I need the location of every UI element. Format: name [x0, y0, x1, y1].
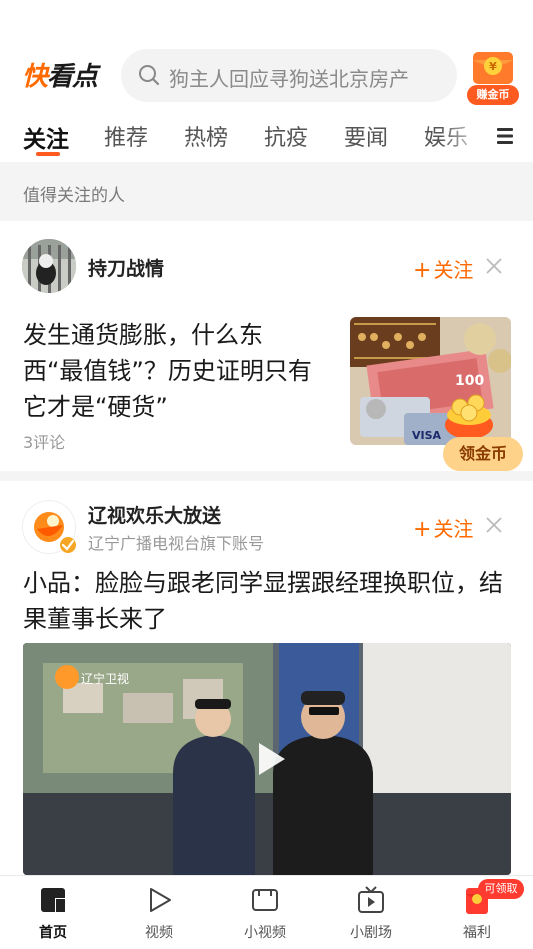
- author-name[interactable]: 持刀战情: [88, 254, 164, 281]
- nav-video[interactable]: 视频: [106, 876, 212, 949]
- section-header: 值得关注的人: [0, 162, 533, 221]
- verified-badge-icon: [58, 535, 78, 555]
- close-icon[interactable]: [486, 517, 502, 533]
- tab-following[interactable]: 关注: [23, 120, 69, 154]
- follow-button[interactable]: + 关注: [413, 254, 473, 283]
- close-icon[interactable]: [486, 258, 502, 274]
- article-headline[interactable]: 发生通货膨胀，什么东西“最值钱”？历史证明只有它才是“硬货”: [23, 317, 323, 425]
- video-card[interactable]: 辽视欢乐大放送 辽宁广播电视台旗下账号 + 关注 小品：脸脸与跟老同学显摆跟经理换…: [0, 481, 533, 875]
- nav-label-short-video: 小视频: [244, 925, 286, 941]
- nav-label-theater: 小剧场: [350, 925, 392, 941]
- theater-icon: [358, 886, 384, 913]
- svg-text:辽宁卫视: 辽宁卫视: [81, 671, 129, 686]
- bottom-navigation: 首页 视频 小视频 小剧场 福利 可领取: [0, 875, 533, 949]
- video-play-icon: [150, 888, 171, 912]
- svg-text:VISA: VISA: [412, 429, 442, 442]
- earn-coins-button[interactable]: ¥ 赚金币: [463, 48, 523, 106]
- play-icon[interactable]: [245, 735, 293, 783]
- tab-anti-epidemic[interactable]: 抗疫: [264, 120, 308, 152]
- nav-label-home: 首页: [39, 925, 67, 941]
- divider: [0, 471, 533, 481]
- app-logo[interactable]: 快看点: [22, 56, 98, 93]
- follow-button[interactable]: + 关注: [413, 513, 473, 542]
- claim-coins-button[interactable]: 领金币: [443, 437, 523, 471]
- search-bar[interactable]: 狗主人回应寻狗送北京房产: [121, 49, 457, 102]
- nav-label-rewards: 福利: [463, 925, 491, 941]
- video-player[interactable]: 辽宁卫视: [23, 643, 511, 875]
- reward-available-badge: 可领取: [478, 879, 524, 899]
- comment-count: 3评论: [23, 433, 66, 452]
- nav-home[interactable]: 首页: [0, 876, 106, 949]
- avatar[interactable]: [22, 239, 76, 293]
- nav-theater[interactable]: 小剧场: [318, 876, 424, 949]
- tab-recommend[interactable]: 推荐: [104, 120, 148, 152]
- earn-coins-label: 赚金币: [467, 85, 519, 105]
- tab-hot-list[interactable]: 热榜: [184, 120, 228, 152]
- author-name[interactable]: 辽视欢乐大放送: [88, 501, 221, 528]
- gold-bag-icon: [445, 394, 493, 439]
- category-tabs: 关注 推荐 热榜 抗疫 要闻 娱乐: [0, 112, 533, 162]
- tab-fade: [440, 112, 490, 162]
- tab-news[interactable]: 要闻: [344, 120, 388, 152]
- section-title: 值得关注的人: [23, 186, 125, 206]
- active-tab-indicator: [36, 152, 60, 156]
- author-subtitle: 辽宁广播电视台旗下账号: [88, 534, 265, 553]
- search-placeholder: 狗主人回应寻狗送北京房产: [169, 67, 409, 91]
- short-video-icon: [252, 889, 278, 911]
- article-card[interactable]: 持刀战情 + 关注 发生通货膨胀，什么东西“最值钱”？历史证明只有它才是“硬货” …: [0, 221, 533, 471]
- nav-short-video[interactable]: 小视频: [212, 876, 318, 949]
- svg-text:¥: ¥: [489, 60, 497, 73]
- home-icon: [41, 888, 65, 912]
- search-icon: [139, 65, 160, 86]
- menu-icon[interactable]: [497, 126, 515, 146]
- header: 快看点 狗主人回应寻狗送北京房产 ¥ 赚金币: [0, 40, 533, 112]
- nav-label-video: 视频: [145, 925, 173, 941]
- svg-text:100: 100: [455, 373, 484, 389]
- video-headline[interactable]: 小品：脸脸与跟老同学显摆跟经理换职位，结果董事长来了: [23, 565, 513, 637]
- red-envelope-icon: ¥: [473, 52, 513, 84]
